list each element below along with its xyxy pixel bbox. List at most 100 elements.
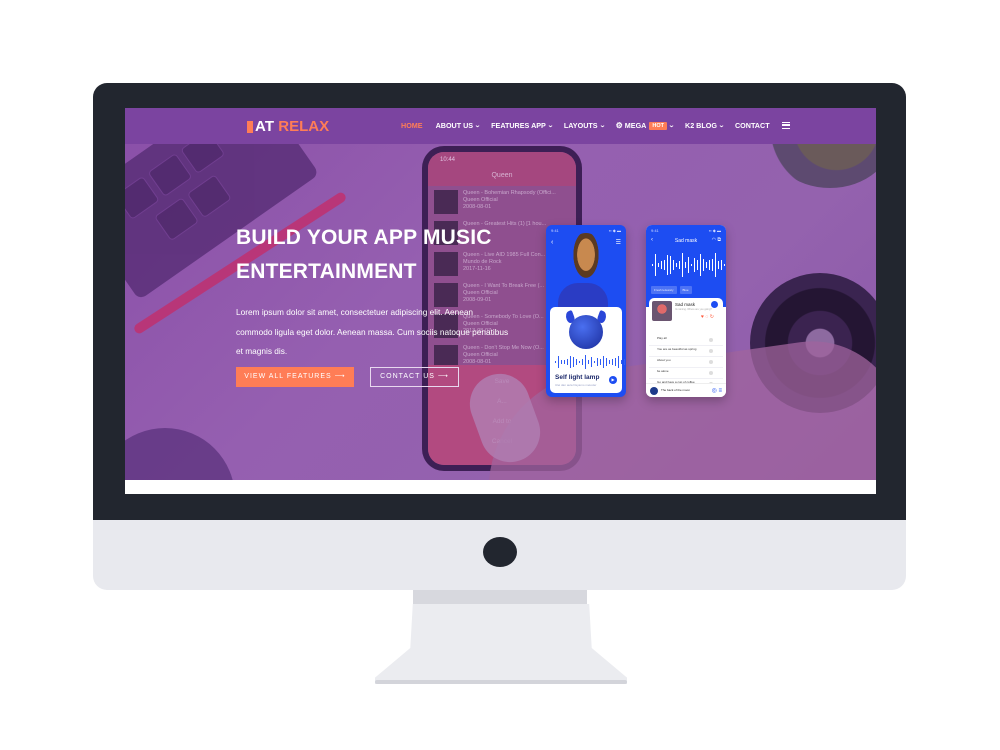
navbar: AT RELAX HOME ABOUT US ⌄ FEATURES APP ⌄ LA… xyxy=(125,108,876,144)
waveform-bar xyxy=(606,358,607,366)
track-thumbnail xyxy=(434,190,458,214)
nav-item-mega[interactable]: ⚙ MEGA HOT ⌄ xyxy=(615,121,675,130)
view-all-features-button[interactable]: VIEW ALL FEATURES ⟶ xyxy=(236,367,354,387)
headphones-icon: ◠ ⧉ xyxy=(711,237,721,243)
waveform-bar xyxy=(570,356,571,368)
track-date: 2008-08-01 xyxy=(463,204,492,211)
waveform-bar xyxy=(600,359,601,365)
waveform-bar xyxy=(694,257,695,273)
chevron-down-icon: ⌄ xyxy=(547,123,554,129)
waveform-bar xyxy=(555,361,556,363)
nav-item-layouts[interactable]: LAYOUTS ⌄ xyxy=(564,121,605,130)
globe-icon: ⚙ xyxy=(615,121,623,130)
waveform-bar xyxy=(582,359,583,365)
logo-icon xyxy=(247,120,253,133)
waveform-bar xyxy=(573,357,574,367)
nav-item-home[interactable]: HOME xyxy=(401,121,423,130)
play-all-row: Play all xyxy=(649,335,723,346)
background-cup-image xyxy=(125,428,235,480)
waveform-bar xyxy=(685,262,686,268)
monitor-stand xyxy=(375,604,627,684)
nav-item-contact[interactable]: CONTACT xyxy=(735,121,770,130)
song-row: be alone xyxy=(649,368,723,379)
chevron-down-icon: ⌄ xyxy=(668,123,675,129)
mini-player: The back of the moon ◎ ≡ xyxy=(646,383,726,397)
heart-icon: ♥ ◌ ↻ xyxy=(701,314,714,320)
waveform-bar xyxy=(682,252,683,278)
nav-item-k2-blog[interactable]: K2 BLOG ⌄ xyxy=(685,121,725,130)
waveform-bar xyxy=(700,253,701,277)
play-icon: ▶ xyxy=(609,376,617,384)
track-title: Self light lamp xyxy=(555,374,600,381)
chevron-down-icon: ⌄ xyxy=(474,123,481,129)
pause-icon: ◎ ≡ xyxy=(711,388,722,394)
player-card: Self light lamp Ulei dan aula hisyamo me… xyxy=(550,307,625,393)
track-subtitle: Ulei dan aula hisyamo metoder xyxy=(555,383,597,387)
contact-us-button[interactable]: CONTACT US ⟶ xyxy=(370,367,459,387)
back-icon: ‹ xyxy=(551,239,554,246)
player-phone-mockup: 9:41 ▪▪ ◆ ▬ ‹ ☰ Self light lamp Ulei dan … xyxy=(546,225,626,397)
monitor-stand-neck xyxy=(413,590,587,604)
waveform-bar xyxy=(676,263,677,267)
waveform-bar xyxy=(558,356,559,368)
waveform-bar xyxy=(624,359,625,365)
waveform-bar xyxy=(661,261,662,269)
waveform-bar xyxy=(591,357,592,367)
track-channel: Queen Official xyxy=(463,290,498,297)
hot-badge: HOT xyxy=(649,121,667,130)
waveform-bar xyxy=(585,355,586,369)
playlist-title: Sad mask xyxy=(675,302,696,307)
waveform-bar xyxy=(667,254,668,276)
site-logo[interactable]: AT RELAX xyxy=(247,118,329,135)
track-channel: Queen Official xyxy=(463,197,498,204)
website-screen: 10:44 Queen Queen - Bohemian Rhapsody (O… xyxy=(125,108,876,494)
hero-description: Lorem ipsum dolor sit amet, consectetuer… xyxy=(236,307,509,356)
waveform-bar xyxy=(664,259,665,271)
song-list: Play all You are as beautiful as spring … xyxy=(649,335,723,390)
page-below-hero xyxy=(125,480,876,494)
monitor-stand-foot xyxy=(375,680,627,684)
monitor-logo-icon xyxy=(483,537,517,567)
chevron-down-icon: ⌄ xyxy=(598,123,606,129)
waveform-bar xyxy=(697,260,698,270)
waveform-bar xyxy=(673,260,674,270)
waveform-bar xyxy=(621,359,622,365)
queue-icon: ☰ xyxy=(615,240,621,246)
waveform-bar xyxy=(597,357,598,367)
waveform-bar xyxy=(609,360,610,364)
waveform-bar xyxy=(658,262,659,268)
waveform-bar xyxy=(670,256,671,274)
waveform-bar xyxy=(588,360,589,364)
tag: Fresh leisurely xyxy=(651,286,677,294)
waveform-bar xyxy=(579,360,580,364)
waveform-bar xyxy=(655,254,656,276)
song-row: About you xyxy=(649,357,723,368)
waveform-bar xyxy=(706,262,707,268)
playlist-art xyxy=(652,301,672,321)
waveform-bar xyxy=(718,261,719,269)
waveform-bar xyxy=(652,264,653,266)
waveform-bar xyxy=(679,260,680,270)
hero-section: 10:44 Queen Queen - Bohemian Rhapsody (O… xyxy=(125,108,876,480)
waveform xyxy=(555,355,626,369)
track-row: Queen - Bohemian Rhapsody (Offici... Quee… xyxy=(428,186,576,217)
waveform-bar xyxy=(691,263,692,267)
playlist-phone-mockup: 9:41 ▪▪ ◆ ▬ ‹ Sad mask ◠ ⧉ Fresh leisurel… xyxy=(646,225,726,397)
hero-title: BUILD YOUR APP MUSIC ENTERTAINMENT xyxy=(236,226,492,283)
hamburger-icon[interactable] xyxy=(781,122,790,129)
main-nav: HOME ABOUT US ⌄ FEATURES APP ⌄ LAYOUTS ⌄ ⚙ M… xyxy=(401,121,790,130)
waveform-bar xyxy=(567,358,568,366)
waveform-bar xyxy=(703,258,704,272)
waveform-bar xyxy=(721,260,722,270)
nav-item-about-us[interactable]: ABOUT US ⌄ xyxy=(436,121,481,130)
nav-item-features-app[interactable]: FEATURES APP ⌄ xyxy=(491,121,554,130)
phone-time: 10:44 xyxy=(440,157,456,163)
playlist-subtitle: Its raining. Where are you going? xyxy=(675,308,712,311)
waveform-bar xyxy=(612,359,613,365)
waveform-bar xyxy=(561,360,562,364)
track-title: Queen - Bohemian Rhapsody (Offici... xyxy=(463,190,556,196)
waveform-bar xyxy=(712,258,713,272)
now-playing-title: The back of the moon xyxy=(661,388,691,392)
waveform-bar xyxy=(715,253,716,277)
waveform-bar xyxy=(709,260,710,270)
